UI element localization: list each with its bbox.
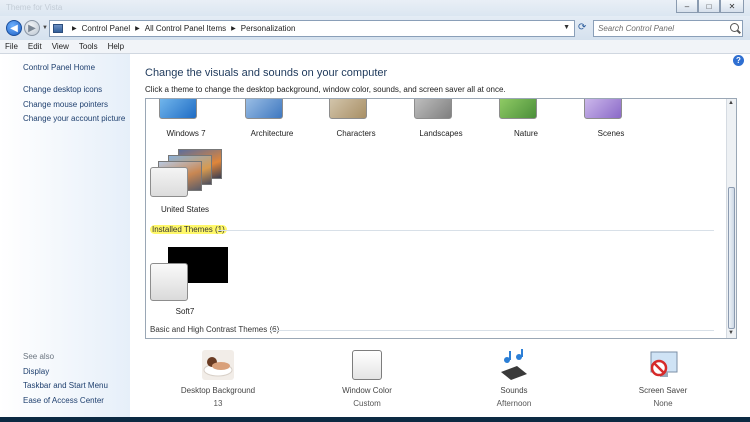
maximize-button[interactable]: □ <box>698 0 720 13</box>
search-placeholder: Search Control Panel <box>598 24 675 33</box>
breadcrumb-arrow-icon[interactable]: ▶ <box>72 25 77 32</box>
soft7-theme-thumbnail <box>150 263 188 301</box>
screen-saver-value: None <box>653 399 673 408</box>
window-color-value: Custom <box>353 399 381 408</box>
theme-label: Architecture <box>250 129 294 138</box>
theme-label: Windows 7 <box>166 129 206 138</box>
basic-themes-heading: Basic and High Contrast Themes (6) <box>150 325 280 334</box>
display-link[interactable]: Display <box>23 367 49 376</box>
page-subtitle: Click a theme to change the desktop back… <box>145 85 506 94</box>
sounds-icon <box>497 348 531 382</box>
united-states-theme-thumbnail <box>150 167 188 197</box>
theme-label: Scenes <box>597 129 625 138</box>
menu-help[interactable]: Help <box>108 42 124 51</box>
desktop-background-button[interactable]: Desktop Background 13 <box>173 348 263 408</box>
window-color-label: Window Color <box>342 386 392 395</box>
theme-gallery: Windows 7 Architecture Characters Landsc… <box>145 98 737 339</box>
close-button[interactable]: ✕ <box>720 0 744 13</box>
theme-label: Characters <box>336 129 376 138</box>
installed-themes-heading: Installed Themes (1) <box>150 225 227 234</box>
scroll-down-icon[interactable]: ▼ <box>728 330 734 336</box>
gallery-scrollbar[interactable]: ▲ ▼ <box>726 99 736 338</box>
main-panel: Change the visuals and sounds on your co… <box>130 54 750 422</box>
desktop-background-value: 13 <box>213 399 223 408</box>
theme-label: Landscapes <box>419 129 463 138</box>
change-account-picture-link[interactable]: Change your account picture <box>23 114 125 123</box>
breadcrumb-arrow-icon[interactable]: ▶ <box>231 25 236 32</box>
nature-theme-thumbnail <box>499 99 537 119</box>
theme-soft7[interactable]: Soft7 <box>150 247 228 316</box>
help-icon[interactable]: ? <box>733 55 744 66</box>
landscapes-theme-thumbnail <box>414 99 452 119</box>
section-divider <box>218 230 714 231</box>
change-desktop-icons-link[interactable]: Change desktop icons <box>23 85 102 94</box>
menu-edit[interactable]: Edit <box>28 42 42 51</box>
page-title: Change the visuals and sounds on your co… <box>145 67 388 79</box>
screen-saver-icon <box>646 348 680 382</box>
menu-view[interactable]: View <box>52 42 69 51</box>
theme-label: Soft7 <box>175 307 195 316</box>
theme-united-states[interactable]: United States <box>150 149 222 214</box>
menu-tools[interactable]: Tools <box>79 42 98 51</box>
desktop-background-icon <box>201 348 235 382</box>
address-toolbar: ◀ ▶ ▼ ▶ Control Panel ▶ All Control Pane… <box>0 16 750 40</box>
window-controls: – □ ✕ <box>676 0 744 13</box>
forward-arrow-icon: ▶ <box>28 22 36 34</box>
background-window-text: Theme for Vista <box>6 3 63 12</box>
menu-file[interactable]: File <box>5 42 18 51</box>
taskbar-start-menu-link[interactable]: Taskbar and Start Menu <box>23 381 108 390</box>
change-mouse-pointers-link[interactable]: Change mouse pointers <box>23 100 108 109</box>
control-panel-icon <box>53 24 63 33</box>
sounds-button[interactable]: Sounds Afternoon <box>469 348 559 408</box>
breadcrumb-arrow-icon[interactable]: ▶ <box>135 25 140 32</box>
sounds-value: Afternoon <box>496 399 532 408</box>
ease-of-access-link[interactable]: Ease of Access Center <box>23 396 104 405</box>
recent-pages-dropdown-icon[interactable]: ▼ <box>42 25 48 31</box>
theme-label: Nature <box>513 129 538 138</box>
scrollbar-thumb[interactable] <box>728 187 735 329</box>
sounds-label: Sounds <box>500 386 528 395</box>
search-icon[interactable] <box>730 23 739 32</box>
title-bar: Theme for Vista – □ ✕ <box>0 0 750 16</box>
installed-themes-label: Installed Themes (1) <box>150 225 227 234</box>
screen-saver-button[interactable]: Screen Saver None <box>618 348 708 408</box>
search-input[interactable]: Search Control Panel <box>593 20 743 37</box>
windows-7-theme-thumbnail <box>159 99 197 119</box>
sidebar: Control Panel Home Change desktop icons … <box>0 54 130 422</box>
back-arrow-icon: ◀ <box>10 22 18 34</box>
characters-theme-thumbnail <box>329 99 367 119</box>
scroll-up-icon[interactable]: ▲ <box>728 100 734 106</box>
menu-bar: File Edit View Tools Help <box>0 40 750 54</box>
forward-button[interactable]: ▶ <box>24 20 40 36</box>
breadcrumb-control-panel[interactable]: Control Panel <box>82 24 130 33</box>
theme-settings-bar: Desktop Background 13 Window Color Custo… <box>130 344 750 422</box>
window-color-button[interactable]: Window Color Custom <box>322 348 412 408</box>
scenes-theme-thumbnail <box>584 99 622 119</box>
theme-label: United States <box>160 205 210 214</box>
window-color-icon <box>350 348 384 382</box>
address-history-dropdown-icon[interactable]: ▼ <box>563 24 570 31</box>
screen-saver-label: Screen Saver <box>638 386 688 395</box>
address-bar[interactable]: ▶ Control Panel ▶ All Control Panel Item… <box>49 20 575 37</box>
desktop-background-label: Desktop Background <box>180 386 256 395</box>
see-also-heading: See also <box>23 352 55 361</box>
section-divider <box>270 330 714 331</box>
minimize-button[interactable]: – <box>676 0 698 13</box>
refresh-icon[interactable]: ⟳ <box>578 22 586 33</box>
architecture-theme-thumbnail <box>245 99 283 119</box>
breadcrumb-personalization[interactable]: Personalization <box>241 24 296 33</box>
breadcrumb-all-items[interactable]: All Control Panel Items <box>145 24 226 33</box>
taskbar-edge <box>0 417 750 422</box>
control-panel-home-link[interactable]: Control Panel Home <box>23 63 95 72</box>
back-button[interactable]: ◀ <box>6 20 22 36</box>
